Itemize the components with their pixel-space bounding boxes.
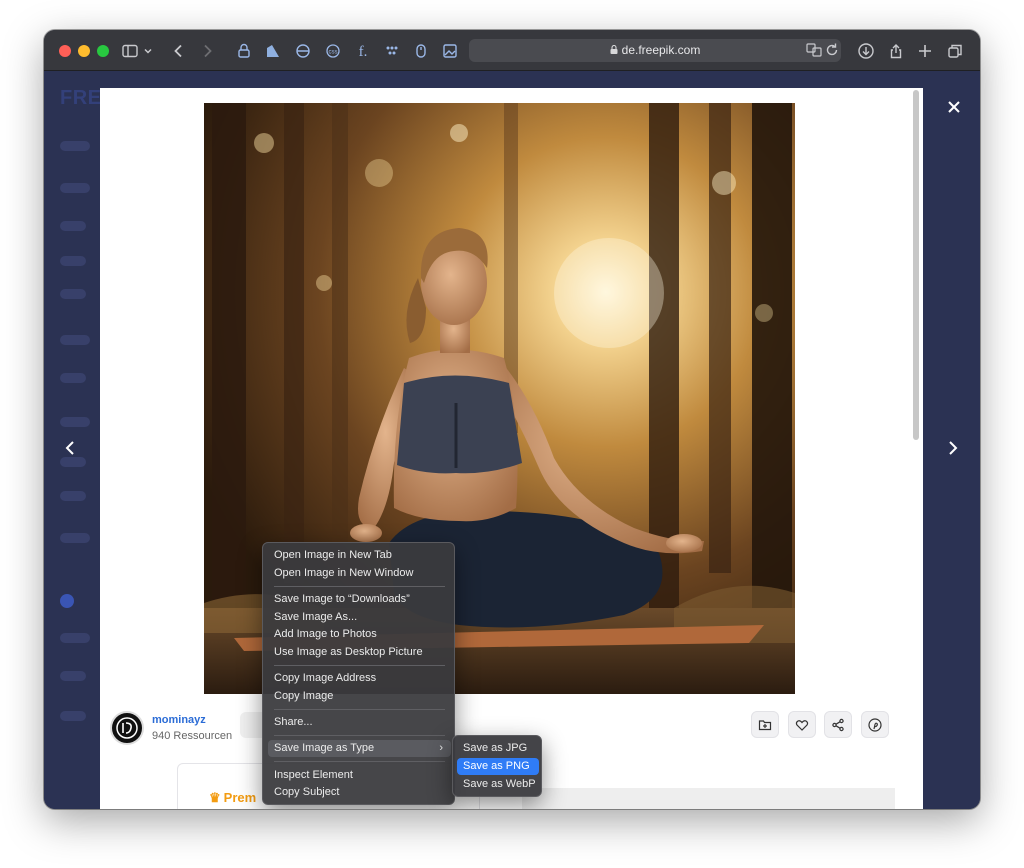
extension-icon[interactable] bbox=[440, 41, 460, 61]
reload-icon[interactable] bbox=[823, 41, 841, 59]
new-tab-icon[interactable] bbox=[915, 41, 935, 61]
minimize-window-button[interactable] bbox=[78, 45, 90, 57]
extension-icon[interactable]: f. bbox=[353, 41, 373, 61]
menu-separator bbox=[274, 665, 445, 666]
close-icon bbox=[948, 101, 960, 113]
menu-item-copy-image-address[interactable]: Copy Image Address bbox=[268, 670, 451, 687]
sidebar-placeholder bbox=[60, 594, 74, 608]
menu-separator bbox=[274, 761, 445, 762]
author-resources-count: 940 Ressourcen bbox=[152, 730, 233, 742]
sidebar-placeholder bbox=[60, 491, 86, 501]
chevron-right-icon: › bbox=[439, 742, 443, 754]
author-avatar[interactable] bbox=[110, 711, 144, 745]
close-modal-button[interactable] bbox=[943, 96, 965, 118]
share-button[interactable] bbox=[824, 711, 852, 738]
extension-icon[interactable] bbox=[293, 41, 313, 61]
sidebar-placeholder bbox=[60, 671, 86, 681]
sidebar-placeholder bbox=[60, 373, 86, 383]
submenu-item-save-jpg[interactable]: Save as JPG bbox=[457, 740, 539, 757]
author-logo-icon bbox=[116, 717, 138, 739]
menu-separator bbox=[274, 735, 445, 736]
menu-item-use-as-desktop[interactable]: Use Image as Desktop Picture bbox=[268, 644, 451, 661]
heart-icon bbox=[795, 719, 809, 731]
forward-icon[interactable] bbox=[197, 41, 217, 61]
pinterest-button[interactable] bbox=[861, 711, 889, 738]
author-name-link[interactable]: mominayz bbox=[152, 714, 206, 726]
share-icon[interactable] bbox=[886, 41, 906, 61]
password-icon[interactable] bbox=[234, 41, 254, 61]
extension-icon[interactable] bbox=[263, 41, 283, 61]
menu-item-add-to-photos[interactable]: Add Image to Photos bbox=[268, 626, 451, 643]
sidebar-toggle-icon[interactable] bbox=[120, 41, 140, 61]
menu-item-save-image-as[interactable]: Save Image As... bbox=[268, 609, 451, 626]
sidebar-placeholder bbox=[60, 183, 90, 193]
menu-item-copy-subject[interactable]: Copy Subject bbox=[268, 784, 451, 801]
premium-label[interactable]: ♛ Prem bbox=[209, 790, 256, 806]
menu-item-open-new-tab[interactable]: Open Image in New Tab bbox=[268, 547, 451, 564]
save-as-type-submenu: Save as JPG Save as PNG Save as WebP bbox=[452, 735, 542, 797]
menu-separator bbox=[274, 586, 445, 587]
svg-text:f.: f. bbox=[359, 44, 368, 60]
download-icon[interactable] bbox=[856, 41, 876, 61]
chevron-right-icon bbox=[949, 441, 958, 455]
chevron-down-icon[interactable] bbox=[142, 41, 154, 61]
sidebar-placeholder bbox=[60, 141, 90, 151]
translate-icon[interactable] bbox=[805, 41, 823, 59]
like-button[interactable] bbox=[788, 711, 816, 738]
menu-item-label: Save Image as Type bbox=[274, 742, 375, 754]
sidebar-placeholder bbox=[60, 417, 90, 427]
menu-item-open-new-window[interactable]: Open Image in New Window bbox=[268, 565, 451, 582]
add-to-collection-button[interactable] bbox=[751, 711, 779, 738]
menu-item-copy-image[interactable]: Copy Image bbox=[268, 688, 451, 705]
share-icon bbox=[832, 718, 844, 731]
menu-separator bbox=[274, 709, 445, 710]
sidebar-placeholder bbox=[60, 711, 86, 721]
sidebar-placeholder bbox=[60, 256, 86, 266]
sidebar-placeholder bbox=[60, 533, 90, 543]
back-icon[interactable] bbox=[169, 41, 189, 61]
sidebar-placeholder bbox=[60, 633, 90, 643]
svg-text:css: css bbox=[329, 50, 338, 56]
sidebar-placeholder bbox=[60, 289, 86, 299]
extension-icon[interactable] bbox=[382, 41, 402, 61]
context-menu: Open Image in New Tab Open Image in New … bbox=[262, 542, 455, 805]
extension-icon[interactable]: css bbox=[323, 41, 343, 61]
pinterest-icon bbox=[868, 717, 882, 732]
menu-item-save-to-downloads[interactable]: Save Image to “Downloads” bbox=[268, 591, 451, 608]
submenu-item-save-webp[interactable]: Save as WebP bbox=[457, 776, 539, 793]
lock-icon bbox=[610, 45, 618, 54]
chevron-left-icon bbox=[65, 441, 74, 455]
previous-image-button[interactable] bbox=[58, 436, 82, 460]
crown-icon: ♛ bbox=[209, 790, 221, 805]
menu-item-share[interactable]: Share... bbox=[268, 714, 451, 731]
browser-toolbar: css f. de.freepik.com bbox=[44, 30, 980, 71]
next-image-button[interactable] bbox=[941, 436, 965, 460]
url-text: de.freepik.com bbox=[621, 43, 701, 57]
zoom-window-button[interactable] bbox=[97, 45, 109, 57]
browser-window: css f. de.freepik.com mominayz 940 Resso… bbox=[44, 30, 980, 809]
address-bar[interactable]: de.freepik.com bbox=[469, 39, 841, 62]
extension-icon[interactable] bbox=[411, 41, 431, 61]
download-bar-placeholder bbox=[522, 788, 895, 809]
sidebar-placeholder bbox=[60, 221, 86, 231]
sidebar-placeholder bbox=[60, 335, 90, 345]
menu-item-save-as-type[interactable]: Save Image as Type › bbox=[268, 740, 451, 757]
submenu-item-save-png[interactable]: Save as PNG bbox=[457, 758, 539, 775]
close-window-button[interactable] bbox=[59, 45, 71, 57]
menu-item-inspect-element[interactable]: Inspect Element bbox=[268, 767, 451, 784]
modal-scrollbar[interactable] bbox=[913, 90, 919, 440]
add-to-collection-icon bbox=[758, 719, 772, 730]
tabs-overview-icon[interactable] bbox=[945, 41, 965, 61]
